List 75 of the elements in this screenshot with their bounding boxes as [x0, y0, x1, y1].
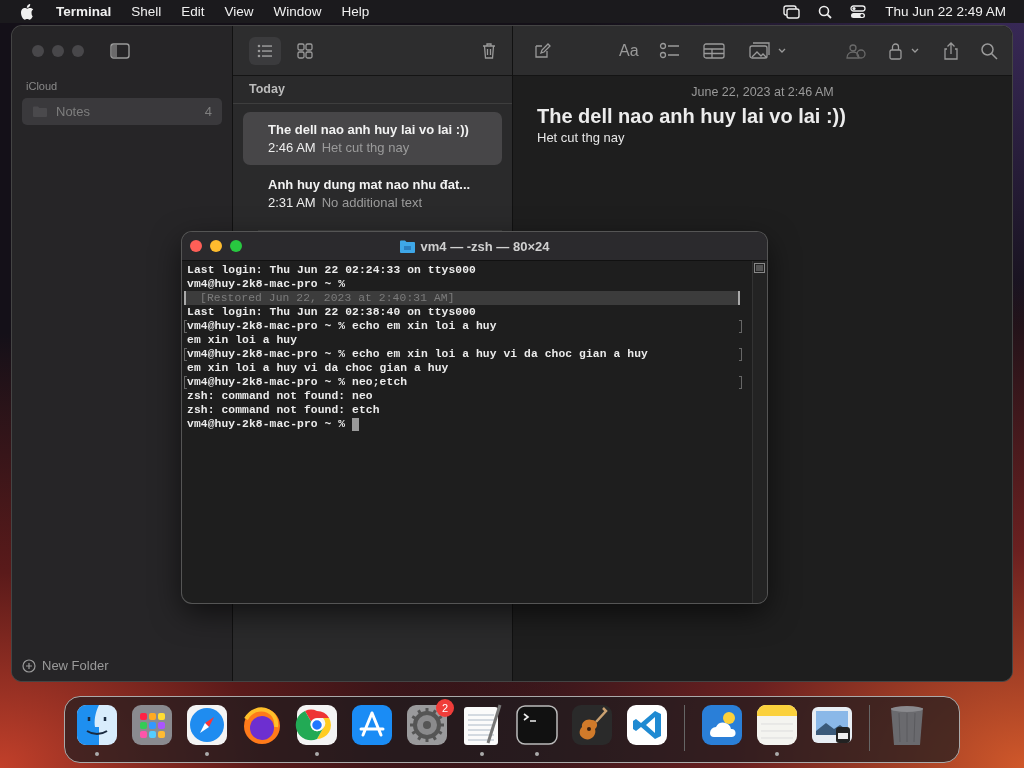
note-preview: No additional text — [321, 195, 423, 210]
note-item[interactable]: The dell nao anh huy lai vo lai :)) 2:46 AM Het cut thg nay — [243, 112, 502, 165]
folder-name: Notes — [56, 104, 91, 119]
mark-bracket — [184, 319, 187, 333]
list-view-button[interactable] — [249, 36, 281, 65]
screen-mirroring-icon[interactable] — [783, 4, 801, 19]
note-heading[interactable]: The dell nao anh huy lai vo lai :)) — [513, 99, 1012, 128]
terminal-line: zsh: command not found: etch — [187, 403, 380, 417]
terminal-line: vm4@huy-2k8-mac-pro ~ % echo em xin loi a huy vi da choc gian a huy — [187, 347, 648, 361]
terminal-line: vm4@huy-2k8-mac-pro ~ % — [187, 277, 346, 291]
mark-bracket — [739, 347, 742, 361]
notification-badge: 2 — [436, 699, 454, 717]
note-time: 2:31 AM — [268, 195, 316, 210]
guitar-icon[interactable] — [570, 703, 614, 747]
close-button[interactable] — [190, 240, 202, 252]
menu-item[interactable]: Edit — [171, 4, 215, 19]
cloud-sun-icon[interactable] — [700, 703, 744, 747]
menu-clock[interactable]: Thu Jun 22 2:49 AM — [875, 4, 1006, 19]
search-icon[interactable] — [818, 4, 833, 19]
menu-item[interactable]: Shell — [121, 4, 172, 19]
menu-item[interactable]: View — [214, 4, 264, 19]
note-time: 2:46 AM — [268, 140, 316, 155]
table-icon[interactable] — [702, 41, 725, 60]
compass-icon[interactable] — [185, 703, 229, 747]
mark-bracket — [184, 375, 187, 389]
share-icon[interactable] — [942, 41, 960, 60]
collaborate-icon[interactable] — [846, 41, 868, 60]
note-count: 4 — [204, 104, 212, 119]
terminal-line: Last login: Thu Jun 22 02:38:40 on ttys000 — [187, 305, 476, 319]
terminal-line: vm4@huy-2k8-mac-pro ~ % echo em xin loi a huy — [187, 319, 497, 333]
code-ribbon-icon[interactable] — [625, 703, 669, 747]
gear-icon[interactable] — [405, 703, 449, 747]
apple-icon[interactable] — [20, 3, 34, 20]
terminal-line: em xin loi a huy — [187, 333, 298, 347]
section-label: iCloud — [25, 79, 59, 94]
menu-item[interactable]: Help — [331, 4, 380, 19]
note-title: Anh huy dung mat nao nhu đat... — [268, 177, 472, 192]
a-shape-icon[interactable] — [350, 703, 394, 747]
group-header: Today — [233, 76, 512, 104]
zoom-button[interactable] — [230, 240, 242, 252]
sidebar-toggle-icon[interactable] — [110, 42, 130, 60]
face-icon[interactable] — [75, 703, 119, 747]
menu-item[interactable]: Window — [263, 4, 332, 19]
notepad-icon[interactable] — [755, 703, 799, 747]
trash-icon[interactable] — [480, 41, 498, 60]
app-grid-icon[interactable] — [130, 703, 174, 747]
terminal-icon[interactable] — [515, 703, 559, 747]
text-cursor — [352, 417, 360, 431]
compose-icon[interactable] — [533, 41, 551, 60]
terminal-line: zsh: command not found: neo — [187, 389, 373, 403]
new-folder-link[interactable]: New Folder — [42, 658, 109, 673]
grid-icon — [296, 41, 314, 60]
mark-bracket — [739, 319, 742, 333]
note-item[interactable]: Anh huy dung mat nao nhu đat... 2:31 AM No additional text — [243, 167, 502, 220]
terminal-line: vm4@huy-2k8-mac-pro ~ % — [187, 417, 346, 431]
checklist-icon[interactable] — [658, 41, 681, 60]
add-icon[interactable] — [22, 658, 36, 673]
control-center-icon[interactable] — [850, 4, 867, 19]
format-button[interactable]: Aa — [619, 41, 639, 60]
window-title: vm4 — -zsh — 80×24 — [420, 238, 550, 254]
note-date: June 22, 2023 at 2:46 AM — [690, 85, 835, 99]
split-view-icon[interactable] — [754, 263, 765, 273]
note-body[interactable]: Het cut thg nay — [513, 128, 1012, 147]
terminal-line: Last login: Thu Jun 22 02:24:33 on ttys000 — [187, 263, 476, 277]
terminal-line: vm4@huy-2k8-mac-pro ~ % neo;etch — [187, 375, 408, 389]
mark-bracket — [184, 347, 187, 361]
menu-item[interactable]: Terminal — [46, 4, 122, 19]
mark-bracket — [739, 375, 742, 389]
minimize-button[interactable] — [210, 240, 222, 252]
folder-icon — [399, 239, 415, 253]
terminal-line: em xin loi a huy vi da choc gian a huy — [187, 361, 449, 375]
scroll-bar[interactable] — [752, 261, 767, 603]
note-title: The dell nao anh huy lai vo lai :)) — [268, 122, 470, 137]
restored-text: [Restored Jun 22, 2023 at 2:40:31 AM] — [199, 291, 455, 305]
note-preview: Het cut thg nay — [321, 140, 410, 155]
